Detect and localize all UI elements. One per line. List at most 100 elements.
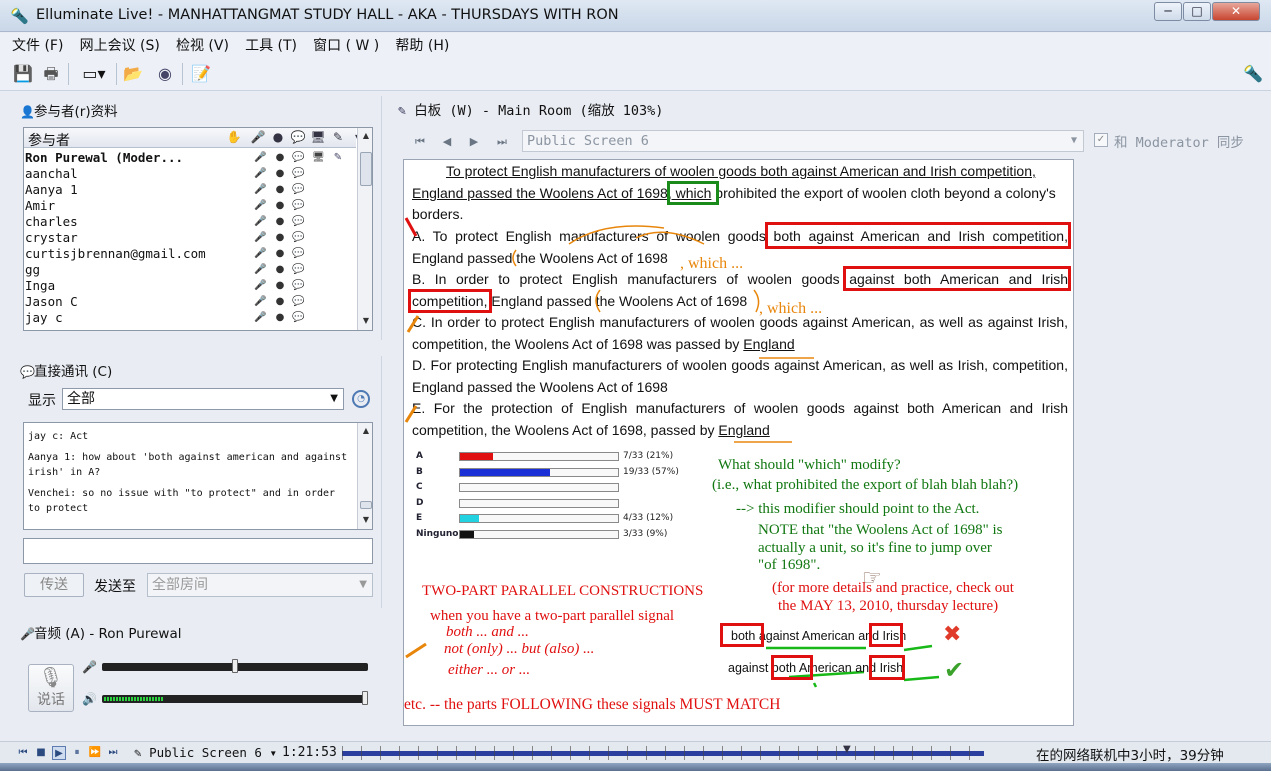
scroll-up-icon[interactable]: ▲ bbox=[359, 129, 372, 143]
clock-icon[interactable]: ◔ bbox=[352, 390, 370, 408]
participants-title: 👤参与者(r)资料 bbox=[20, 104, 118, 120]
chat-bubble-icon: 💬 bbox=[292, 152, 305, 163]
participant-row[interactable]: Jason C 🎤 ● 💬 bbox=[24, 294, 356, 310]
chat-message-input[interactable] bbox=[23, 538, 373, 564]
poll-bar bbox=[460, 453, 494, 460]
participant-row[interactable]: charles 🎤 ● 💬 bbox=[24, 214, 356, 230]
microphone-icon: 🎤 bbox=[254, 296, 267, 307]
microphone-level-slider[interactable] bbox=[102, 659, 368, 673]
chat-bubble-icon: 💬 bbox=[292, 200, 305, 211]
screen-select-value: Public Screen 6 bbox=[527, 133, 649, 149]
menu-help[interactable]: 帮助 (H) bbox=[389, 33, 455, 59]
poll-label: Ninguno bbox=[416, 528, 459, 539]
send-to-select[interactable]: 全部房间 ▼ bbox=[147, 573, 373, 597]
toolbar-separator bbox=[182, 63, 183, 85]
notes-icon[interactable]: 📝 bbox=[188, 62, 214, 86]
chat-message: Venchei: so no issue with "to protect" a… bbox=[28, 488, 336, 514]
screen-select[interactable]: Public Screen 6 ▼ bbox=[522, 130, 1084, 152]
skip-start-icon[interactable]: ⏮ bbox=[16, 746, 30, 760]
chevron-down-icon: ▼ bbox=[1070, 135, 1077, 146]
menu-window[interactable]: 窗口 ( W ) bbox=[307, 33, 385, 59]
participants-scrollbar[interactable]: ▲ ▼ bbox=[357, 128, 372, 330]
more-details-note: (for more details and practice, check ou… bbox=[772, 580, 1014, 596]
chat-bubble-icon[interactable]: 💬 bbox=[290, 130, 306, 144]
poll-count: 19/33 (57%) bbox=[623, 466, 679, 477]
pen-icon[interactable]: ✎ bbox=[330, 130, 346, 144]
layout-dropdown-icon[interactable]: ▭▾ bbox=[74, 62, 114, 86]
show-filter-select[interactable]: 全部 ▼ bbox=[62, 388, 344, 410]
talk-button[interactable]: 🎙 说话 bbox=[28, 664, 74, 712]
participant-name: aanchal bbox=[25, 166, 78, 181]
participants-table: 参与者 ✋ 🎤 ● 💬 🖥 ✎ ▾ Ron Purewal (Moder... 🎤… bbox=[23, 127, 373, 331]
playback-screen-select[interactable]: ✎ Public Screen 6 ▾ bbox=[134, 745, 277, 760]
scroll-down-icon[interactable]: ▼ bbox=[359, 314, 372, 328]
participant-name: Amir bbox=[25, 198, 56, 213]
print-icon[interactable]: 🖶 bbox=[38, 62, 64, 86]
microphone-icon: 🎤 bbox=[82, 660, 97, 674]
scroll-thumb[interactable] bbox=[360, 501, 372, 509]
sync-checkbox[interactable]: ✓ bbox=[1094, 133, 1108, 147]
load-folder-icon[interactable]: 📂 bbox=[120, 62, 146, 86]
participant-row[interactable]: Aanya 1 🎤 ● 💬 bbox=[24, 182, 356, 198]
stop-icon[interactable]: ■ bbox=[34, 746, 48, 760]
slider-thumb[interactable] bbox=[362, 691, 368, 705]
poll-bar-track bbox=[459, 529, 619, 539]
menu-file[interactable]: 文件 (F) bbox=[6, 33, 69, 59]
poll-bar-track bbox=[459, 498, 619, 508]
right-checkmark-icon: ✔ bbox=[944, 656, 965, 684]
note-line: What should "which" modify? bbox=[718, 457, 901, 473]
maximize-button[interactable]: □ bbox=[1183, 2, 1211, 21]
toolbar-separator bbox=[68, 63, 69, 85]
note-line: (i.e., what prohibited the export of bla… bbox=[712, 477, 1019, 493]
chat-message: Aanya 1: how about 'both against america… bbox=[28, 452, 348, 478]
close-button[interactable]: ✕ bbox=[1212, 2, 1260, 21]
participant-row[interactable]: Amir 🎤 ● 💬 bbox=[24, 198, 356, 214]
participant-row[interactable]: aanchal 🎤 ● 💬 bbox=[24, 166, 356, 182]
scroll-thumb[interactable] bbox=[360, 152, 372, 186]
fast-forward-icon[interactable]: ⏩ bbox=[88, 746, 102, 760]
monitor-icon[interactable]: 🖥 bbox=[310, 130, 326, 144]
pause-icon[interactable]: ⏸ bbox=[70, 746, 84, 760]
minimize-button[interactable]: ─ bbox=[1154, 2, 1182, 21]
app-share-icon[interactable]: ◉ bbox=[152, 62, 178, 86]
send-button[interactable]: 传送 bbox=[24, 573, 84, 597]
previous-screen-icon[interactable]: ◀ bbox=[437, 133, 457, 151]
menu-tools[interactable]: 工具 (T) bbox=[239, 33, 303, 59]
participant-row[interactable]: crystar 🎤 ● 💬 bbox=[24, 230, 356, 246]
participants-header: 参与者 ✋ 🎤 ● 💬 🖥 ✎ ▾ bbox=[24, 128, 361, 150]
skip-end-icon[interactable]: ⏭ bbox=[106, 746, 120, 760]
participant-row[interactable]: Ron Purewal (Moder... 🎤 ● 💬 🖥 ✎ bbox=[24, 150, 356, 166]
signal-example: not (only) ... but (also) ... bbox=[444, 641, 595, 657]
first-screen-icon[interactable]: ⏮ bbox=[410, 133, 430, 151]
menu-view[interactable]: 检视 (V) bbox=[170, 33, 235, 59]
participant-row[interactable]: jay c 🎤 ● 💬 bbox=[24, 310, 356, 326]
timeline-marker-icon[interactable]: ▼ bbox=[843, 744, 851, 760]
participant-row[interactable]: curtisjbrennan@gmail.com 🎤 ● 💬 bbox=[24, 246, 356, 262]
signal-example: either ... or ... bbox=[448, 662, 531, 678]
participants-column-header[interactable]: 参与者 bbox=[28, 130, 70, 150]
menu-session[interactable]: 网上会议 (S) bbox=[74, 33, 166, 59]
microphone-icon[interactable]: 🎤 bbox=[250, 130, 266, 144]
participant-row[interactable]: Inga 🎤 ● 💬 bbox=[24, 278, 356, 294]
participant-row[interactable]: gg 🎤 ● 💬 bbox=[24, 262, 356, 278]
slider-thumb[interactable] bbox=[232, 659, 238, 673]
camera-icon[interactable]: ● bbox=[270, 130, 286, 144]
scroll-up-icon[interactable]: ▲ bbox=[359, 424, 373, 438]
speaker-level-slider[interactable] bbox=[102, 691, 368, 705]
elluminate-app-icon: 🔦 bbox=[10, 7, 29, 25]
whiteboard-canvas[interactable]: To protect English manufacturers of wool… bbox=[403, 159, 1074, 726]
scroll-down-icon[interactable]: ▼ bbox=[359, 513, 373, 527]
next-screen-icon[interactable]: ▶ bbox=[464, 133, 484, 151]
send-to-label: 发送至 bbox=[94, 579, 136, 595]
microphone-icon: 🎙 bbox=[38, 665, 64, 689]
poll-count: 3/33 (9%) bbox=[623, 528, 668, 539]
play-icon[interactable]: ▶ bbox=[52, 746, 66, 760]
talk-label: 说话 bbox=[37, 692, 65, 708]
toolbar: 💾 🖶 ▭▾ 📂 ◉ 📝 🔦 bbox=[0, 59, 1271, 91]
chat-scrollbar[interactable]: ▲ ▼ bbox=[357, 423, 372, 529]
last-screen-icon[interactable]: ⏭ bbox=[492, 133, 512, 151]
save-icon[interactable]: 💾 bbox=[10, 62, 36, 86]
hand-icon[interactable]: ✋ bbox=[226, 130, 242, 144]
chevron-down-icon: ▾ bbox=[269, 745, 278, 760]
speaker-level-meter bbox=[104, 697, 165, 701]
